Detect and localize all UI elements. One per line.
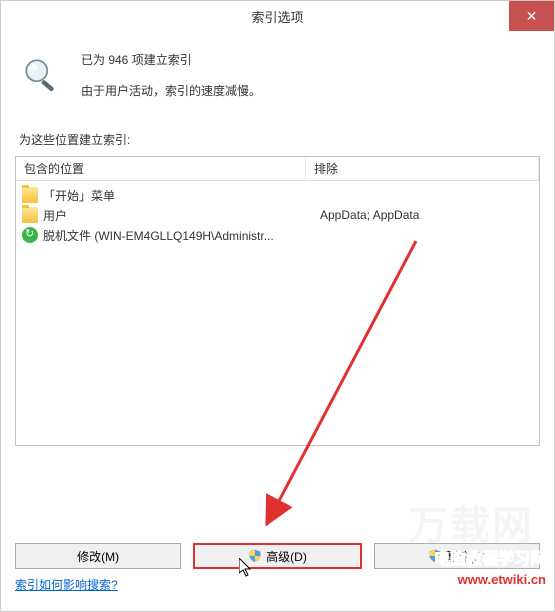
exclude-item (314, 185, 531, 205)
help-link-row: 索引如何影响搜索? (15, 576, 118, 593)
indexed-count: 已为 946 项建立索引 (81, 51, 261, 68)
watermark-url: www.etwiki.cn (458, 572, 546, 587)
offline-icon (22, 227, 38, 243)
help-link[interactable]: 索引如何影响搜索? (15, 578, 118, 592)
location-label: 用户 (43, 207, 67, 224)
close-button[interactable]: ✕ (509, 1, 554, 31)
titlebar: 索引选项 ✕ (1, 1, 554, 31)
shield-icon (248, 549, 262, 563)
close-icon: ✕ (526, 8, 538, 25)
magnifier-icon (21, 55, 63, 97)
indexing-status: 由于用户活动，索引的速度减慢。 (81, 82, 261, 99)
locations-column: 「开始」菜单 用户 脱机文件 (WIN-EM4GLLQ149H\Administ… (16, 181, 306, 445)
location-label: 脱机文件 (WIN-EM4GLLQ149H\Administr... (43, 227, 274, 244)
excludes-column: AppData; AppData (306, 181, 539, 445)
list-header: 包含的位置 排除 (16, 157, 539, 181)
exclude-item (314, 225, 531, 245)
folder-icon (22, 207, 38, 223)
location-label: 「开始」菜单 (43, 187, 115, 204)
folder-icon (22, 187, 38, 203)
column-exclude[interactable]: 排除 (306, 157, 539, 180)
list-item[interactable]: 「开始」菜单 (16, 185, 306, 205)
modify-button[interactable]: 修改(M) (15, 543, 181, 569)
locations-list: 包含的位置 排除 「开始」菜单 用户 脱机文件 (WIN-EM4GLLQ149H… (15, 156, 540, 446)
list-body: 「开始」菜单 用户 脱机文件 (WIN-EM4GLLQ149H\Administ… (16, 181, 539, 445)
watermark-brand: 电脑教程学习网 (434, 545, 546, 569)
list-item[interactable]: 用户 (16, 205, 306, 225)
watermark-faint: 万载网 (408, 493, 534, 551)
advanced-button[interactable]: 高级(D) (193, 543, 361, 569)
info-text: 已为 946 项建立索引 由于用户活动，索引的速度减慢。 (81, 49, 261, 99)
section-label: 为这些位置建立索引: (1, 109, 554, 156)
info-area: 已为 946 项建立索引 由于用户活动，索引的速度减慢。 (1, 31, 554, 109)
column-location[interactable]: 包含的位置 (16, 157, 306, 180)
exclude-item: AppData; AppData (314, 205, 531, 225)
window-title: 索引选项 (1, 7, 554, 26)
list-item[interactable]: 脱机文件 (WIN-EM4GLLQ149H\Administr... (16, 225, 306, 245)
